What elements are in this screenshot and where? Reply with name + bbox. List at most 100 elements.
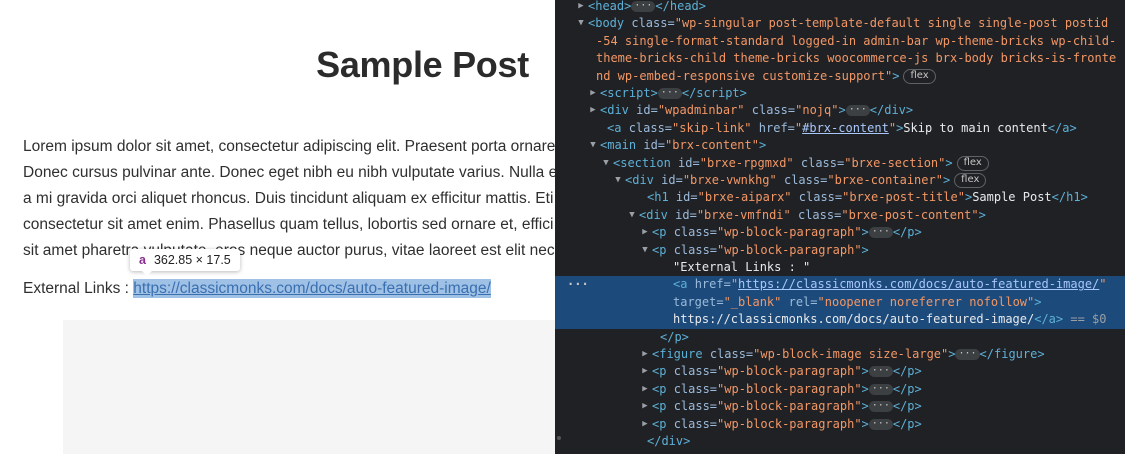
node-actions-dots-icon[interactable]: ··· [567,276,589,293]
expand-arrow-icon[interactable]: ▶ [640,346,650,363]
dom-row-h1-node[interactable]: <h1 id="brxe-aiparx" class="brxe-post-ti… [555,189,1125,206]
dom-row-skip-link-node[interactable]: <a class="skip-link" href="#brx-content"… [555,120,1125,137]
dom-token: https://classicmonks.com/docs/auto-featu… [673,311,1107,328]
dom-token: </head> [655,0,706,13]
dom-token: <div id="brxe-vwnkhg" class="brxe-contai… [625,172,987,189]
dom-token: nd wp-embed-responsive customize-support… [596,68,893,83]
collapse-arrow-icon[interactable]: ▼ [640,242,650,259]
collapsed-ellipsis[interactable]: ··· [868,227,893,239]
dom-token: </p> [892,364,922,379]
dom-token: https://classicmonks.com/docs/auto-featu… [738,277,1100,292]
dom-row-p-node[interactable]: ▶ <p class="wp-block-paragraph"> ··· </p> [555,224,1125,241]
dom-row-wpadminbar-node[interactable]: ▶ <div id="wpadminbar" class="nojq"> ··· </… [555,102,1125,119]
dom-token: </p> [660,329,689,344]
dom-token: <div id="brxe-vmfndi" class="brxe-post-c… [639,207,986,224]
dom-token: > [838,103,846,118]
dom-token: > [978,207,986,222]
expand-arrow-icon[interactable]: ▶ [640,398,650,415]
dom-token: target= [673,294,724,309]
dom-token: </script> [681,86,747,100]
dom-token: "wp-block-paragraph" [717,225,862,240]
collapsed-ellipsis[interactable]: ··· [868,418,893,430]
dom-token: id= [636,103,658,118]
dom-token: <p class="wp-block-paragraph"> ··· </p> [652,381,922,398]
dom-row-p-close[interactable]: </p> [555,329,1125,346]
dom-token: "brxe-rpgmxd" [699,155,794,170]
collapsed-ellipsis[interactable]: ··· [845,105,870,117]
collapse-arrow-icon[interactable]: ▼ [601,155,611,172]
collapse-arrow-icon[interactable]: ▼ [588,137,598,154]
flex-badge[interactable]: flex [954,173,987,188]
dom-row-section-node[interactable]: ▼ <section id="brxe-rpgmxd" class="brxe-s… [555,155,1125,172]
collapse-arrow-icon[interactable]: ▼ [576,15,586,32]
flex-badge[interactable]: flex [903,68,936,84]
dom-row-div-close[interactable]: </div> [555,433,1125,450]
dom-token: <p [652,381,667,396]
dom-row-figure-node[interactable]: ▶ <figure class="wp-block-image size-larg… [555,346,1125,363]
dom-row-body-node[interactable]: ▼ <body class="wp-singular post-template-… [555,15,1125,32]
dom-row-text-node[interactable]: "External Links : " [555,259,1125,276]
expand-arrow-icon[interactable]: ▶ [588,85,598,102]
dom-row-a-node-selected-cont[interactable]: https://classicmonks.com/docs/auto-featu… [555,311,1125,329]
collapsed-ellipsis[interactable]: ··· [657,88,682,99]
dom-row-body-class-cont[interactable]: -54 single-format-standard logged-in adm… [555,33,1125,50]
expand-arrow-icon[interactable]: ▶ [576,0,586,15]
expand-arrow-icon[interactable]: ▶ [588,102,598,119]
dom-row-post-content-node[interactable]: ▼ <div id="brxe-vmfndi" class="brxe-post-… [555,207,1125,224]
dom-token: <p [652,242,667,257]
collapsed-ellipsis[interactable]: ··· [868,401,893,413]
dom-token: " [1099,277,1107,292]
dom-token: " [888,120,897,135]
flex-badge[interactable]: flex [956,155,989,171]
collapsed-ellipsis[interactable]: ··· [868,366,893,378]
collapse-arrow-icon[interactable]: ▼ [627,207,637,224]
dom-token: > [861,416,869,431]
expand-arrow-icon[interactable]: ▶ [640,381,650,398]
post-title: Sample Post [316,44,529,85]
dom-token: <figure [652,347,703,361]
dom-row-p-node[interactable]: ▶ <p class="wp-block-paragraph"> ··· </p> [555,381,1125,398]
dom-row-head-node[interactable]: ▶ <head> ··· </head> [555,0,1125,15]
dom-token: id= [678,155,700,170]
dom-row-p-node[interactable]: ▶ <p class="wp-block-paragraph"> ··· </p> [555,416,1125,433]
dom-token: <head> ··· </head> [588,0,706,15]
dom-token: <div [600,103,629,118]
dom-token: <head> [588,0,632,13]
expand-arrow-icon[interactable]: ▶ [640,224,650,241]
dom-token: <script> [600,86,658,100]
devtools-elements-panel[interactable]: ▶ <head> ··· </head> ▼ <body class="wp-singul… [555,0,1125,454]
dom-token: "brxe-post-title" [842,190,965,205]
dom-token: class= [631,16,675,31]
dom-row-script-node[interactable]: ▶ <script> ··· </script> [555,85,1125,102]
dom-token: <a class="skip-link" href="#brx-content"… [607,120,1077,137]
collapsed-ellipsis[interactable]: ··· [868,383,893,395]
dom-row-body-class-cont[interactable]: nd wp-embed-responsive customize-support… [555,68,1125,85]
external-link[interactable]: https://classicmonks.com/docs/auto-featu… [133,279,491,298]
dom-token: </div> [869,103,914,118]
external-links-label: External Links : [23,280,134,297]
dom-token: <script> ··· </script> [600,85,747,102]
dom-row-a-node-selected[interactable]: <a href="https://classicmonks.com/docs/a… [555,276,1125,294]
collapsed-ellipsis[interactable]: ··· [955,349,980,360]
dom-row-container-node[interactable]: ▼ <div id="brxe-vwnkhg" class="brxe-conta… [555,172,1125,189]
dom-token: == $0 [1070,312,1107,327]
dom-row-p-node-expanded[interactable]: ▼ <p class="wp-block-paragraph"> [555,242,1125,259]
dom-row-p-node[interactable]: ▶ <p class="wp-block-paragraph"> ··· </p> [555,398,1125,415]
dom-token: class= [800,155,845,170]
dom-token: class= [673,225,718,240]
dom-row-body-class-cont[interactable]: theme-bricks-child theme-bricks woocomme… [555,50,1125,67]
collapse-arrow-icon[interactable]: ▼ [613,172,623,189]
collapsed-ellipsis[interactable]: ··· [631,1,656,12]
dom-row-p-node[interactable]: ▶ <p class="wp-block-paragraph"> ··· </p> [555,363,1125,380]
dom-token: </a> [1034,312,1064,327]
expand-arrow-icon[interactable]: ▶ [640,363,650,380]
dom-token: "_blank" [723,294,782,309]
dom-token: -54 single-format-standard logged-in adm… [596,33,1117,48]
dom-row-main-node[interactable]: ▼ <main id="brx-content"> [555,137,1125,154]
tooltip-size: 362.85 × 17.5 [153,253,231,267]
dom-token: Skip to main content [903,120,1048,135]
dom-token: "wp-block-paragraph" [717,416,862,431]
expand-arrow-icon[interactable]: ▶ [640,416,650,433]
dom-row-a-node-selected-cont[interactable]: target="_blank" rel="noopener noreferrer… [555,293,1125,312]
dom-token: </figure> [979,347,1045,361]
